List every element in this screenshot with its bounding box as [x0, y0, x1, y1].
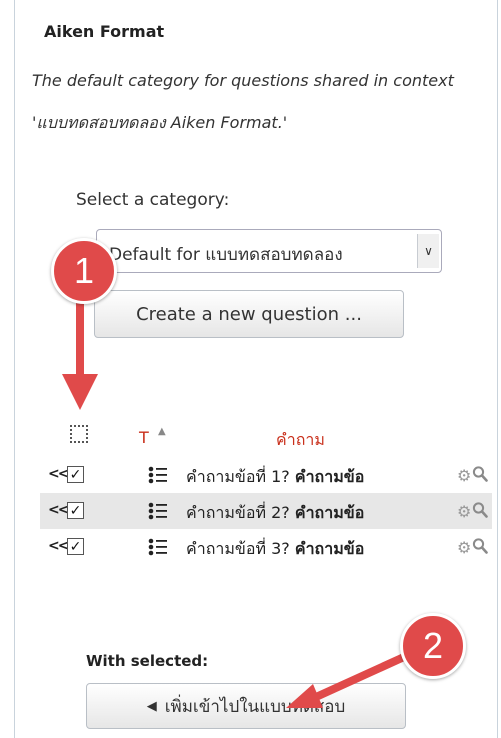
annotation-arrow-2 [286, 648, 419, 708]
step-callout-2: 2 [400, 613, 466, 679]
step-callout-1: 1 [51, 238, 117, 304]
annotation-arrow-1 [62, 296, 98, 410]
